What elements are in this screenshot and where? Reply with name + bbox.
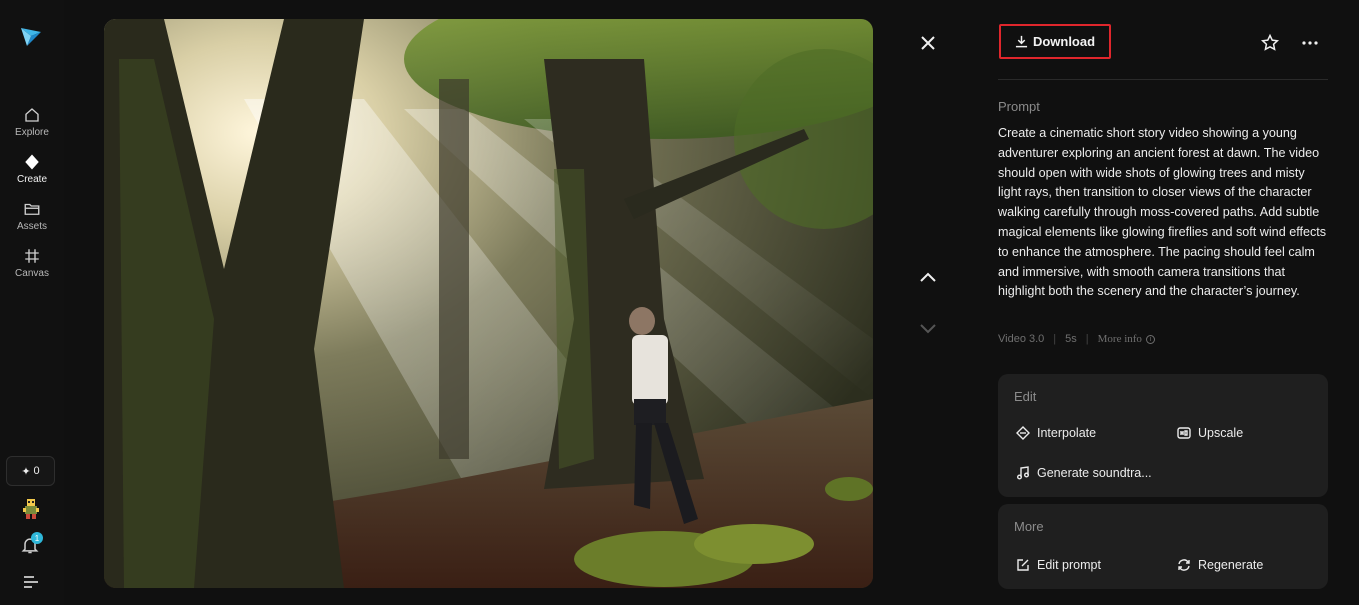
prompt-text: Create a cinematic short story video sho… [998,126,1327,299]
chevron-up-icon [920,272,936,282]
regenerate-icon [1178,559,1190,571]
home-icon [25,108,39,122]
next-button[interactable] [916,317,940,341]
forest-image [104,19,873,588]
edit-prompt-icon [1017,559,1029,571]
more-icon[interactable] [1300,33,1320,53]
download-label: Download [1032,34,1096,49]
prompt-label: Prompt [998,99,1040,114]
music-note-icon [1017,466,1029,480]
video-preview[interactable] [104,19,873,588]
more-card-title: More [1014,519,1044,534]
edit-prompt-label: Edit prompt [1037,558,1101,572]
regenerate-label: Regenerate [1198,558,1264,572]
download-icon [1015,35,1028,48]
logo-icon[interactable] [19,24,43,48]
generation-meta: Video 3.0 | 5s | More info i [998,333,1155,345]
nav-label: Explore [15,127,49,138]
interpolate-icon [1016,426,1030,440]
interpolate-button[interactable]: Interpolate [1016,426,1096,440]
regenerate-button[interactable]: Regenerate [1177,558,1263,572]
nav-item-canvas[interactable]: Canvas [0,247,64,279]
canvas-icon [25,249,39,263]
generate-soundtrack-button[interactable]: Generate soundtra... [1016,466,1152,480]
more-info-link[interactable]: More info [1098,333,1142,345]
nav-label: Create [16,174,47,185]
nav-item-assets[interactable]: Assets [0,200,64,232]
nav-label: Canvas [15,268,49,279]
generate-soundtrack-label: Generate soundtra... [1037,466,1152,480]
edit-card-title: Edit [1014,389,1037,404]
nav-item-create[interactable]: Create [0,153,64,185]
close-icon [921,36,935,50]
upscale-icon [1177,427,1191,439]
credits-count: 0 [33,465,40,477]
diamond-icon [25,154,39,170]
meta-separator: | [1053,333,1057,345]
nav-item-explore[interactable]: Explore [0,106,64,138]
upscale-button[interactable]: Upscale [1177,426,1243,440]
nav-label: Assets [16,221,47,232]
edit-prompt-button[interactable]: Edit prompt [1016,558,1101,572]
avatar[interactable] [21,498,41,520]
interpolate-label: Interpolate [1037,426,1097,440]
info-icon: i [1145,334,1155,344]
upscale-label: Upscale [1198,426,1244,440]
duration: 5s [1065,333,1077,345]
divider [998,79,1328,80]
model-name: Video 3.0 [998,333,1045,345]
notification-badge: 1 [31,532,43,544]
menu-icon[interactable] [23,575,39,589]
previous-button[interactable] [916,265,940,289]
folder-icon [24,203,40,215]
close-button[interactable] [916,31,940,55]
download-button[interactable]: Download [999,24,1111,59]
edit-card: Edit Interpolate Upscale Generate soundt… [998,374,1328,497]
chevron-down-icon [920,324,936,334]
more-card: More Edit prompt Regenerate [998,504,1328,589]
sparkle-icon: ✦ [21,465,31,478]
left-nav: Explore Create Assets Canvas ✦ 0 1 [0,0,64,605]
meta-separator: | [1085,333,1089,345]
star-icon[interactable] [1260,33,1280,53]
credits-button[interactable]: ✦ 0 [6,456,55,486]
